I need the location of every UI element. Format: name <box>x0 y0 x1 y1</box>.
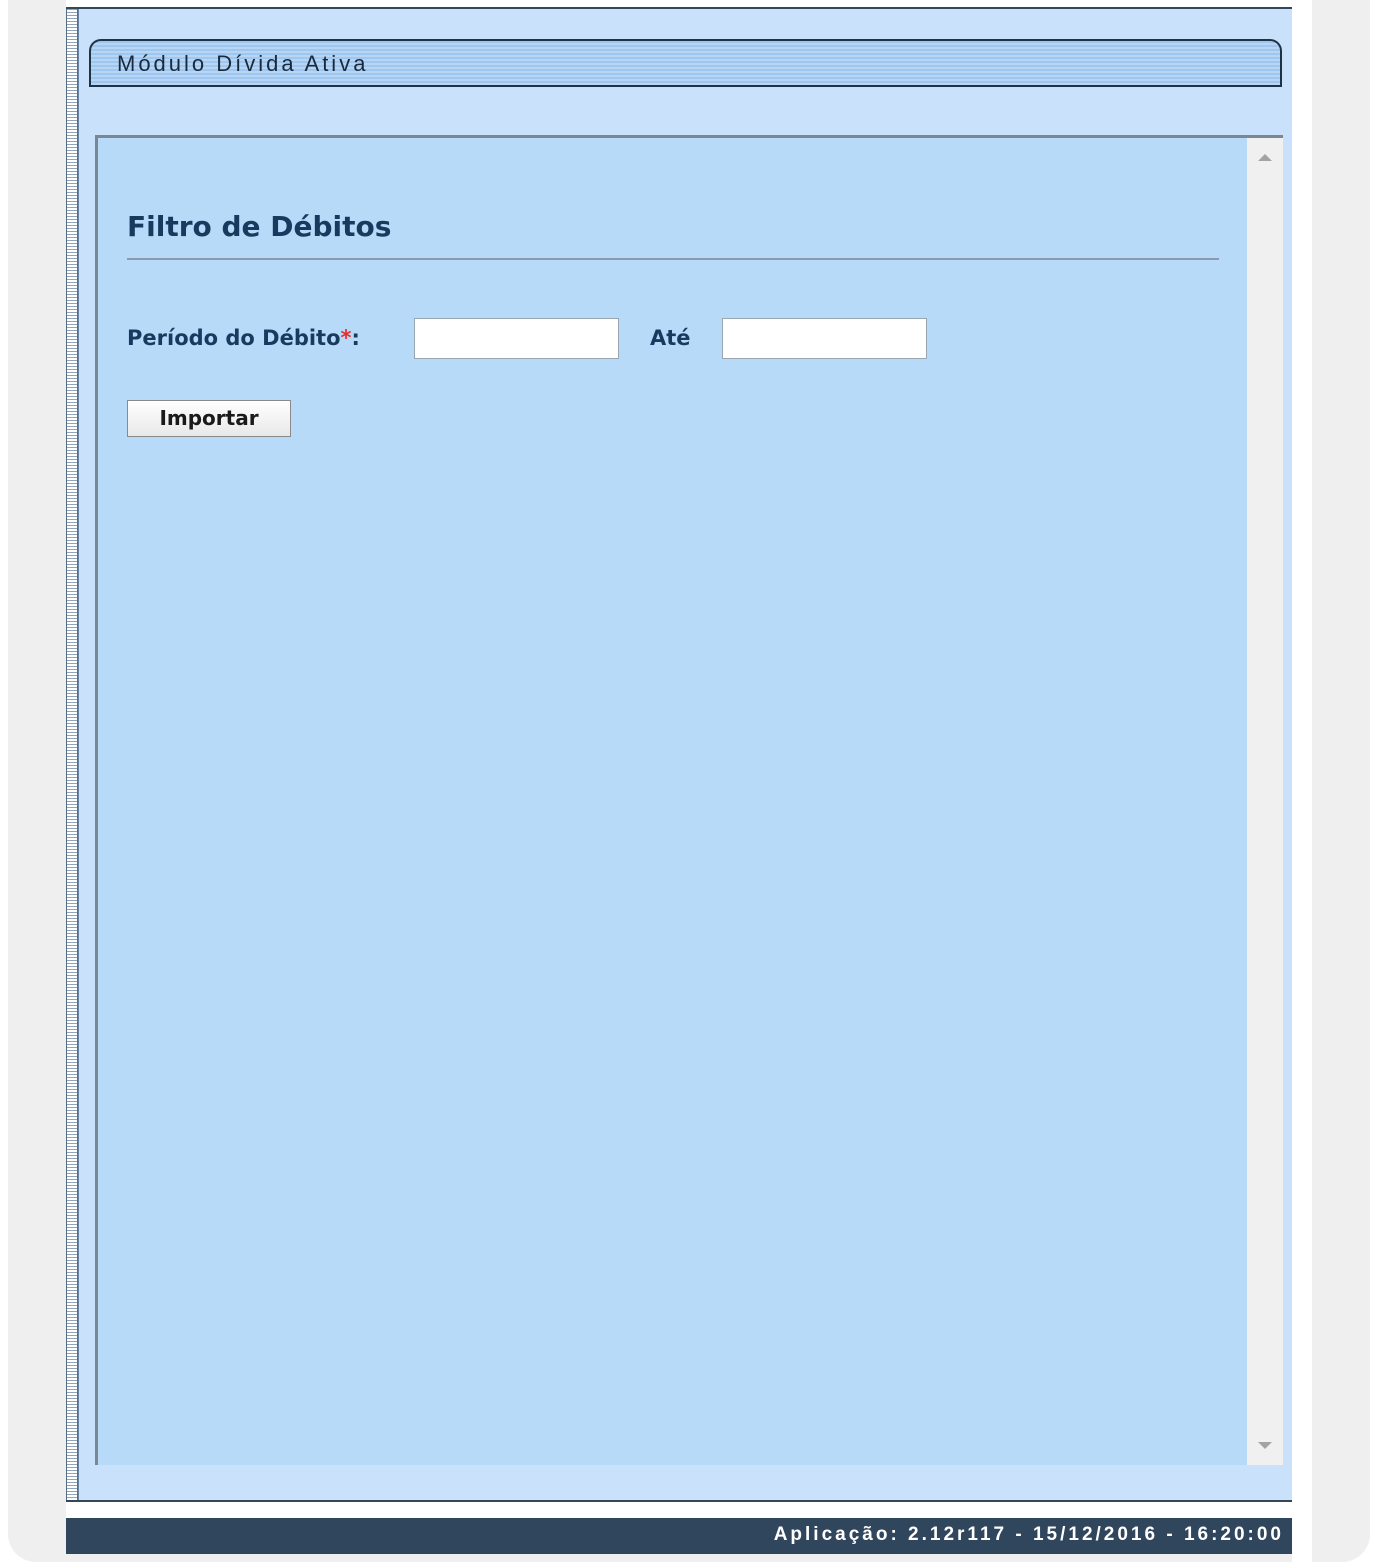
content-area: Módulo Dívida Ativa Filtro de Débitos Pe… <box>78 9 1292 1501</box>
import-button[interactable]: Importar <box>127 400 291 437</box>
vertical-scrollbar[interactable] <box>1247 138 1283 1465</box>
right-gutter <box>1292 0 1312 1562</box>
section-divider <box>127 258 1219 260</box>
section-title: Filtro de Débitos <box>127 210 392 243</box>
left-rail <box>66 9 78 1501</box>
scroll-up-arrow-icon[interactable] <box>1258 154 1272 161</box>
period-label-text: Período do Débito <box>127 326 341 350</box>
bottom-divider <box>66 1500 1292 1502</box>
module-tab: Módulo Dívida Ativa <box>89 39 1282 87</box>
app-shell: Módulo Dívida Ativa Filtro de Débitos Pe… <box>66 0 1292 1518</box>
footer-bar: Aplicação: 2.12r117 - 15/12/2016 - 16:20… <box>66 1518 1292 1554</box>
module-title: Módulo Dívida Ativa <box>117 51 369 76</box>
until-label: Até <box>650 326 691 350</box>
period-label: Período do Débito*: <box>127 326 360 350</box>
label-suffix: : <box>351 326 360 350</box>
filter-panel: Filtro de Débitos Período do Débito*: At… <box>95 135 1283 1465</box>
period-start-input[interactable] <box>414 318 619 359</box>
period-end-input[interactable] <box>722 318 927 359</box>
required-marker: * <box>340 326 352 350</box>
scroll-down-arrow-icon[interactable] <box>1258 1442 1272 1449</box>
footer-version-text: Aplicação: 2.12r117 - 15/12/2016 - 16:20… <box>773 1524 1284 1545</box>
